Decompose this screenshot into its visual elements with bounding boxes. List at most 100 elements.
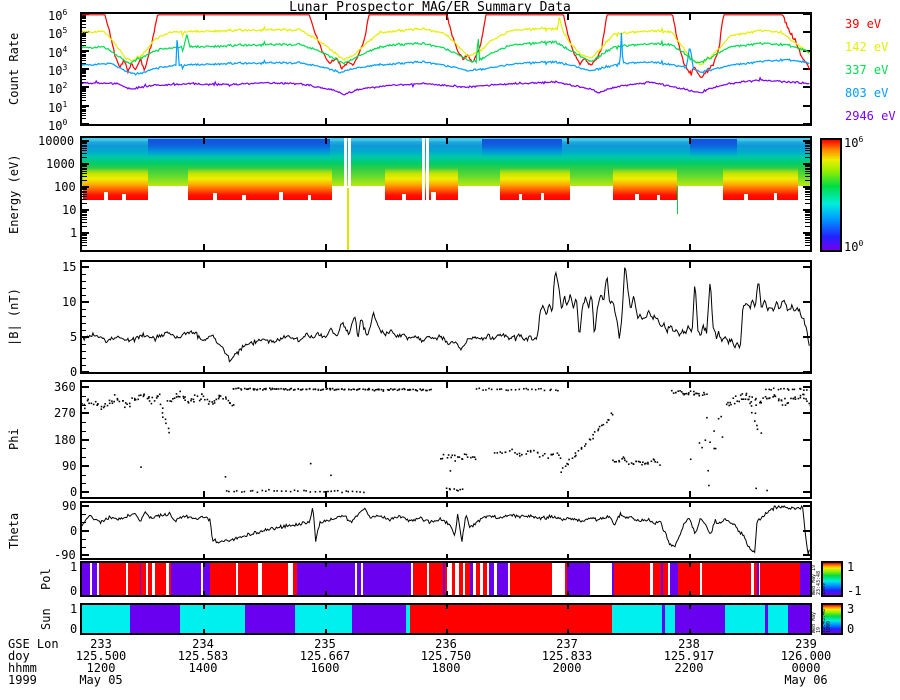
axis-tick [805, 188, 810, 190]
axis-tick [805, 211, 810, 213]
x-axis-value: May 06 [784, 673, 828, 687]
axis-tick [82, 238, 87, 240]
axis-tick [82, 196, 87, 198]
axis-tick [82, 199, 87, 201]
axis-tick [805, 157, 810, 159]
axis-tick [688, 563, 691, 567]
energy-ytick-label: 10000 [38, 134, 75, 148]
axis-tick [82, 170, 87, 172]
pol-axis-label: Pol [39, 568, 53, 590]
axis-tick [805, 222, 810, 224]
axis-tick [82, 189, 87, 191]
axis-tick [82, 157, 87, 159]
axis-tick [82, 193, 87, 195]
axis-tick [446, 244, 448, 250]
count-rate-plot [81, 14, 810, 96]
axis-tick [203, 629, 206, 633]
axis-tick [805, 192, 810, 194]
axis-tick [203, 591, 206, 595]
axis-tick [82, 150, 87, 152]
count-rate-ytick-label: 105 [48, 26, 68, 42]
axis-tick [567, 591, 570, 595]
axis-tick [82, 212, 87, 214]
axis-tick [805, 176, 810, 178]
axis-tick [805, 180, 810, 182]
axis-tick [82, 144, 87, 146]
phi-plot [81, 387, 812, 494]
lunar-prospector-summary-plot: Lunar Prospector MAG/ER Summary Data 100… [0, 0, 900, 700]
axis-tick [82, 203, 87, 205]
axis-tick [203, 138, 206, 144]
axis-tick [567, 605, 570, 609]
axis-tick [324, 138, 327, 144]
axis-tick [805, 219, 810, 221]
count-rate-axis-label: Count Rate [7, 32, 21, 106]
axis-tick [82, 219, 87, 221]
x-axis-value: May 05 [79, 673, 123, 687]
axis-tick [688, 591, 691, 595]
axis-tick [805, 213, 810, 215]
axis-tick [82, 165, 87, 167]
sun-colorbar-min: 0 [847, 622, 855, 636]
bmag-ytick-label: 15 [62, 260, 77, 274]
axis-tick [805, 173, 810, 175]
energy-ytick-label: 10 [62, 203, 77, 217]
energy-ytick-label: 100 [54, 180, 76, 194]
axis-tick [805, 144, 810, 146]
axis-tick [805, 235, 810, 237]
axis-tick [82, 236, 87, 238]
axis-tick [805, 234, 810, 236]
axis-tick [805, 143, 810, 145]
axis-tick [203, 605, 206, 609]
theta-ytick-label: 0 [70, 523, 78, 538]
spectrogram-colorbar-min: 100 [844, 239, 864, 254]
axis-tick [805, 203, 810, 205]
axis-tick [82, 215, 87, 217]
axis-tick [82, 242, 87, 244]
axis-tick [446, 629, 448, 633]
axis-tick [324, 591, 327, 595]
axis-tick [805, 245, 810, 247]
axis-tick [805, 153, 810, 155]
axis-tick [805, 190, 810, 192]
axis-tick [82, 146, 87, 148]
axis-tick [82, 142, 87, 144]
x-axis-value: 1400 [188, 661, 218, 675]
axis-tick [805, 189, 810, 191]
axis-tick [805, 242, 810, 244]
count-rate-ytick-label: 103 [48, 63, 68, 78]
sun-colorbar-max: 3 [847, 602, 855, 616]
x-axis-value: 1800 [431, 661, 461, 675]
axis-tick [82, 234, 87, 236]
legend-item-2946eV: 2946 eV [845, 109, 896, 123]
spectrogram-frame [80, 136, 812, 252]
axis-tick [805, 238, 810, 240]
axis-tick [82, 216, 87, 218]
axis-tick [805, 199, 810, 201]
axis-tick [805, 215, 810, 217]
pol-colorbar-min: -1 [847, 584, 862, 598]
bmag-axis-label: |B| (nT) [7, 288, 21, 346]
axis-tick [805, 142, 810, 144]
theta-plot [81, 504, 810, 555]
x-axis-row-label-1999: 1999 [8, 673, 37, 687]
axis-tick [82, 222, 87, 224]
axis-tick [446, 563, 448, 567]
x-axis-value: 2200 [674, 661, 704, 675]
axis-tick [82, 245, 87, 247]
axis-tick [82, 166, 87, 168]
bmag-ytick-label: 5 [70, 330, 78, 344]
spectrogram-colorbar-max: 106 [844, 135, 864, 150]
axis-tick [805, 193, 810, 195]
axis-tick [805, 226, 810, 228]
phi-ytick-label: 90 [62, 458, 77, 473]
axis-tick [805, 167, 810, 169]
axis-tick [82, 169, 87, 171]
axis-tick [82, 167, 87, 169]
axis-tick [203, 563, 206, 567]
count-rate-ytick-label: 106 [48, 8, 68, 23]
axis-tick [446, 605, 448, 609]
axis-tick [688, 138, 691, 144]
axis-tick [805, 212, 810, 214]
energy-ytick-label: 1 [70, 226, 78, 240]
